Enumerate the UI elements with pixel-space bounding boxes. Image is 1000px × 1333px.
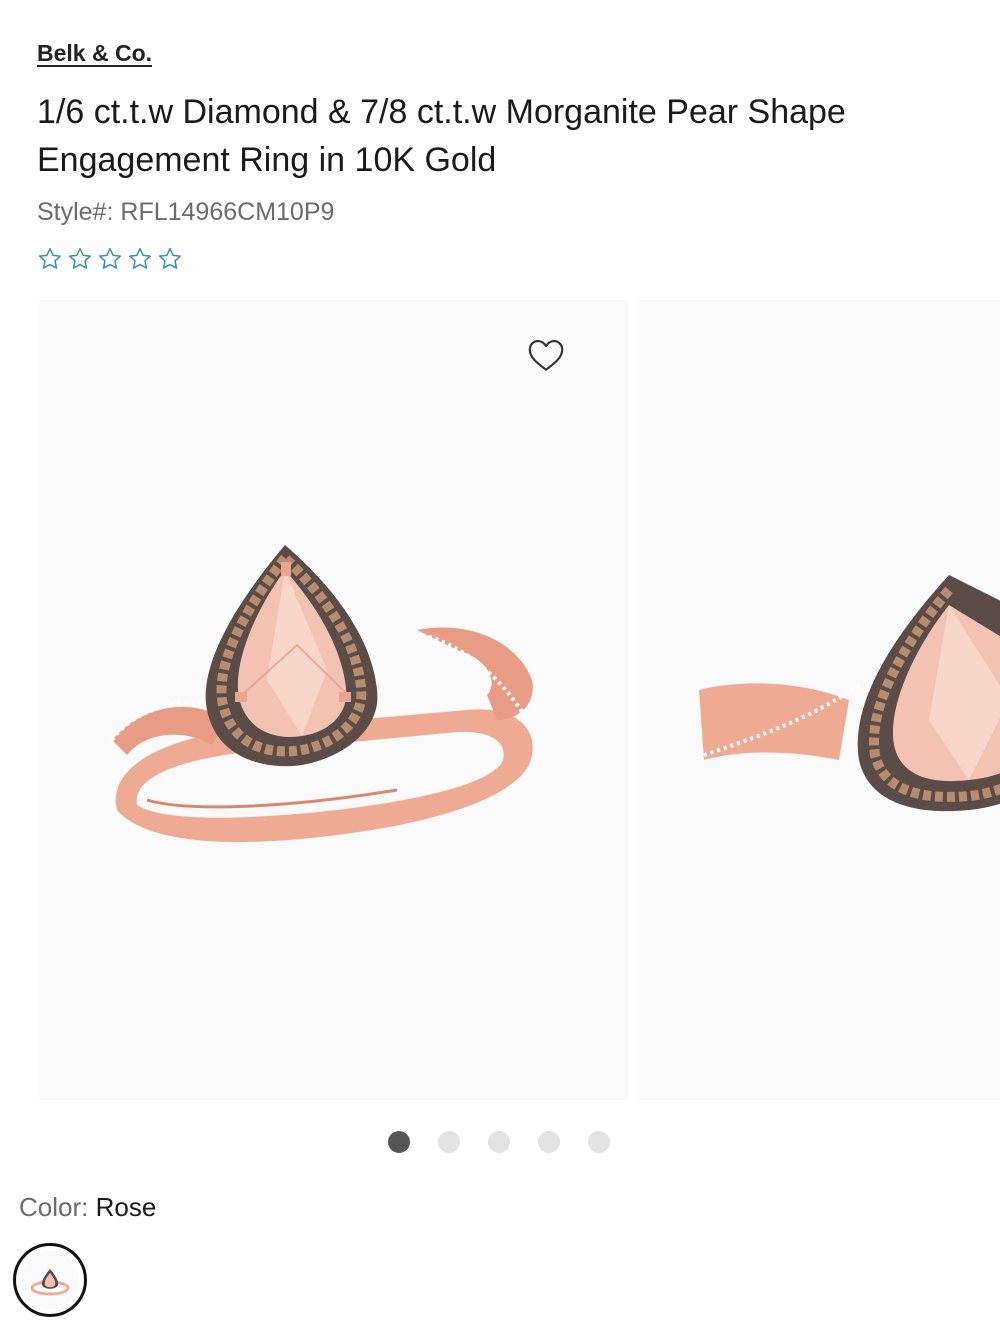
product-image-next[interactable] [639, 300, 1000, 1100]
carousel-dot[interactable] [438, 1131, 460, 1153]
carousel-dot[interactable] [388, 1131, 410, 1153]
product-title: 1/6 ct.t.w Diamond & 7/8 ct.t.w Morganit… [37, 93, 846, 179]
ring-thumbnail-icon [30, 1269, 70, 1296]
swatch-thumbnail [21, 1251, 79, 1309]
carousel-dots [388, 1131, 610, 1153]
image-gallery[interactable] [37, 300, 1000, 1100]
color-selector-label: Color: Rose [19, 1192, 156, 1223]
carousel-dot[interactable] [488, 1131, 510, 1153]
style-value: RFL14966CM10P9 [120, 198, 335, 226]
star-icon [38, 247, 62, 269]
star-icon [158, 247, 182, 269]
star-icon [128, 247, 152, 269]
star-rating[interactable] [37, 246, 183, 272]
wishlist-button[interactable] [513, 325, 579, 385]
star-icon [98, 247, 122, 269]
style-label: Style#: [37, 198, 114, 226]
heart-outline-icon [528, 340, 564, 371]
star-icon [68, 247, 92, 269]
ring-image [110, 545, 533, 843]
carousel-dot[interactable] [538, 1131, 560, 1153]
color-swatch-rose[interactable] [13, 1243, 87, 1317]
carousel-dot[interactable] [588, 1131, 610, 1153]
color-label: Color: [19, 1192, 89, 1222]
product-image[interactable] [37, 300, 629, 1100]
brand-link[interactable]: Belk & Co. [37, 40, 152, 67]
color-value: Rose [95, 1192, 157, 1222]
ring-image-alt [699, 575, 1000, 812]
style-number: Style#: RFL14966CM10P9 [37, 198, 334, 227]
